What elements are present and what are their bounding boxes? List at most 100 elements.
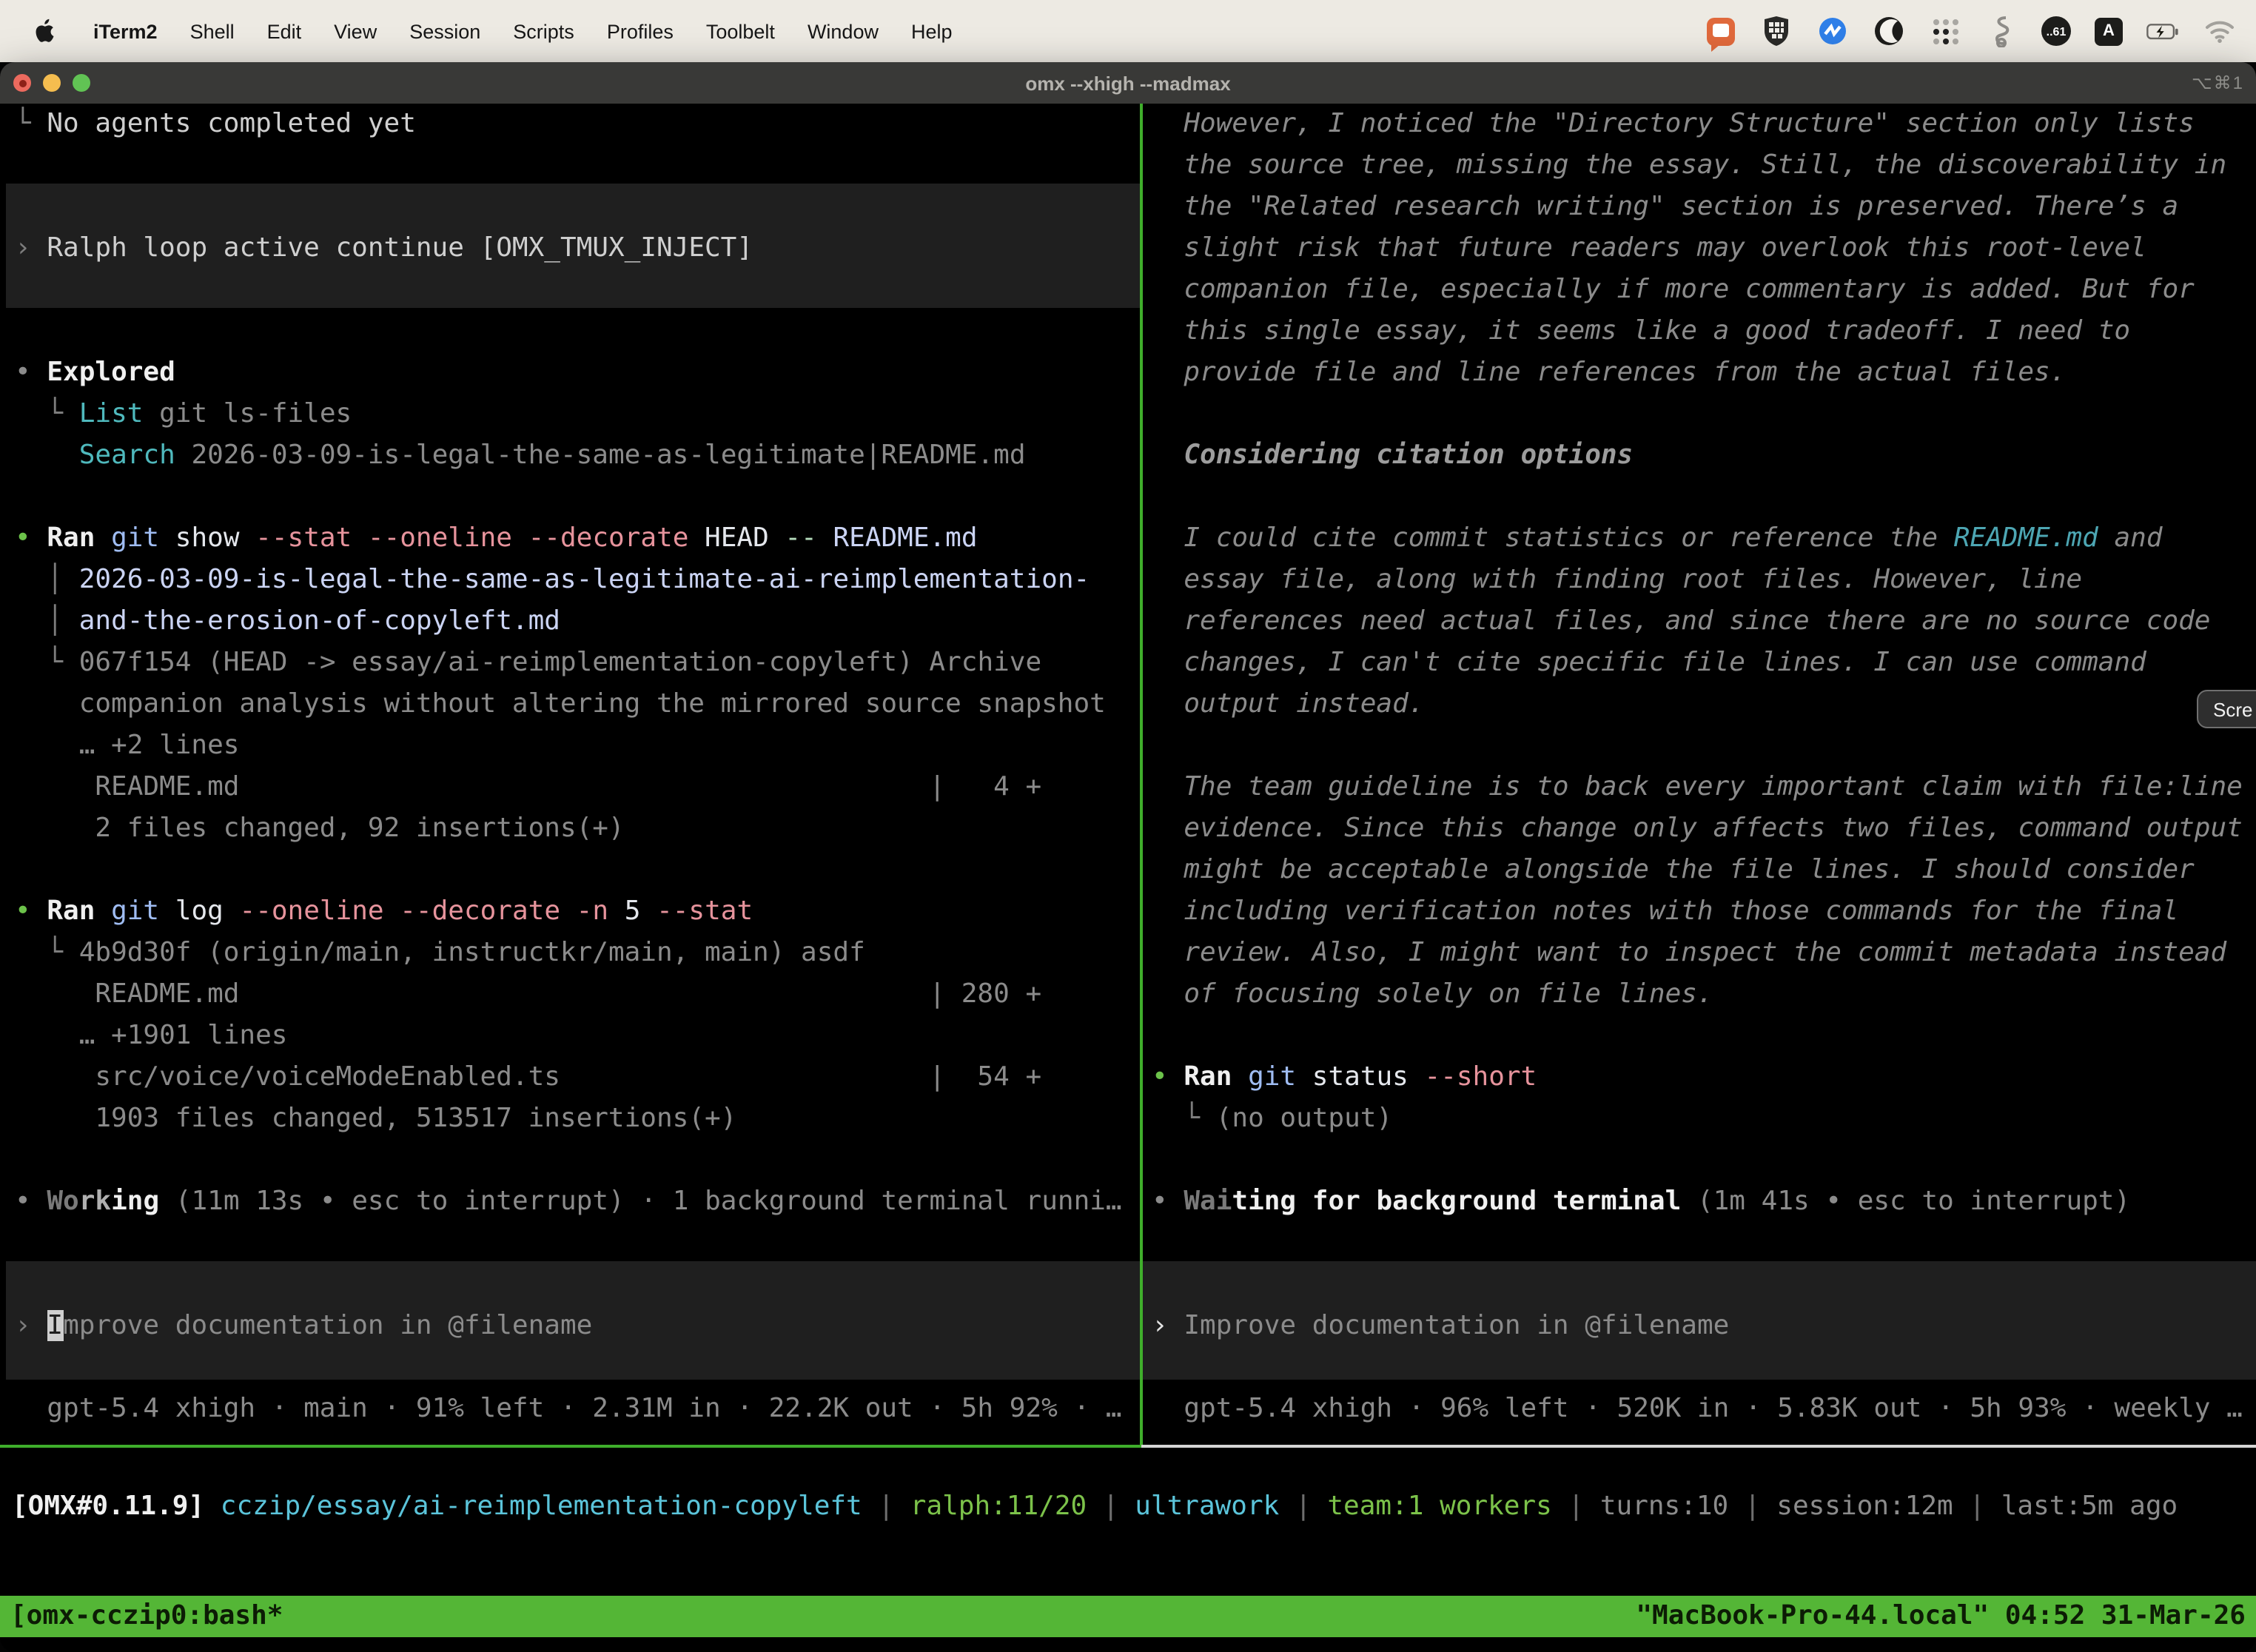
- terminal-text-segment: 5: [608, 896, 640, 927]
- blue-badge-icon[interactable]: [1816, 15, 1849, 47]
- terminal-line: the "Related research writing" section i…: [1152, 187, 2256, 228]
- shield-icon[interactable]: [1760, 15, 1793, 47]
- menu-item-toolbelt[interactable]: Toolbelt: [706, 20, 775, 42]
- dots-grid-icon[interactable]: [1929, 15, 1961, 47]
- terminal-text-segment: The team guideline is to back every impo…: [1152, 771, 2243, 802]
- terminal-text-segment: •: [15, 357, 47, 388]
- terminal-line: • Working (11m 13s • esc to interrupt) ·…: [15, 1181, 1140, 1223]
- terminal-line: [1152, 1264, 2256, 1306]
- tmux-pane-left[interactable]: └ No agents completed yet › Ralph loop a…: [0, 104, 1140, 1445]
- terminal-line: The team guideline is to back every impo…: [1152, 767, 2256, 808]
- terminal-text-segment: •: [1152, 1061, 1184, 1092]
- input-source-icon[interactable]: A: [2095, 17, 2123, 45]
- menu-item-profiles[interactable]: Profiles: [607, 20, 674, 42]
- window-title: omx --xhigh --madmax: [0, 72, 2256, 94]
- terminal-text-segment: the "Related research writing" section i…: [1152, 191, 2178, 222]
- battery-icon[interactable]: [2146, 15, 2179, 47]
- terminal-line: [1152, 477, 2256, 518]
- terminal-text-segment: rk: [79, 1186, 111, 1217]
- menu-item-scripts[interactable]: Scripts: [513, 20, 574, 42]
- terminal-text-segment: README.md | 4 +: [15, 771, 1041, 802]
- terminal-line: └ (no output): [1152, 1098, 2256, 1140]
- close-button[interactable]: [13, 74, 31, 92]
- terminal-line: [1152, 1140, 2256, 1181]
- terminal-text-segment: └: [15, 937, 79, 968]
- terminal-text-segment: and-the-erosion-of-copyleft.md: [79, 605, 560, 637]
- terminal-line: Considering citation options: [1152, 435, 2256, 477]
- tmux-pane-right[interactable]: However, I noticed the "Directory Struct…: [1143, 104, 2256, 1445]
- terminal-text-segment: Search: [79, 440, 175, 471]
- terminal-line: evidence. Since this change only affects…: [1152, 808, 2256, 850]
- menu-item-session[interactable]: Session: [409, 20, 480, 42]
- terminal-text-segment: slight risk that future readers may over…: [1152, 232, 2146, 263]
- terminal-text-segment: essay file, along with finding root file…: [1152, 564, 2082, 595]
- terminal-line: • Explored: [15, 352, 1140, 394]
- terminal-line: [15, 477, 1140, 518]
- crescent-icon[interactable]: [1873, 15, 1905, 47]
- terminal-text-segment: Wo: [47, 1186, 78, 1217]
- terminal-line: changes, I can't cite specific file line…: [1152, 642, 2256, 684]
- menu-item-help[interactable]: Help: [911, 20, 953, 42]
- terminal-text-segment: └: [15, 647, 79, 678]
- terminal-line: review. Also, I might want to inspect th…: [1152, 933, 2256, 974]
- terminal-text-segment: ralph:11/20: [910, 1491, 1087, 1522]
- terminal-text-segment: the source tree, missing the essay. Stil…: [1152, 150, 2226, 181]
- menu-item-window[interactable]: Window: [808, 20, 879, 42]
- terminal-text-segment: session:12m: [1776, 1491, 1953, 1522]
- zoom-button[interactable]: [73, 74, 90, 92]
- terminal-text-segment: log: [159, 896, 224, 927]
- terminal-text-segment: review. Also, I might want to inspect th…: [1152, 937, 2226, 968]
- menu-item-iterm2[interactable]: iTerm2: [93, 20, 158, 42]
- terminal-line: › Improve documentation in @filename: [15, 1306, 1140, 1347]
- terminal-text-segment: └: [15, 398, 79, 429]
- terminal-line: • Ran git show --stat --oneline --decora…: [15, 518, 1140, 560]
- terminal-line: • Waiting for background terminal (1m 41…: [1152, 1181, 2256, 1223]
- terminal-line: [1152, 1015, 2256, 1057]
- terminal-text-segment: Ran: [47, 523, 95, 554]
- terminal-text-segment: --short: [1409, 1061, 1537, 1092]
- terminal-line: slight risk that future readers may over…: [1152, 228, 2256, 269]
- terminal-text-segment: show: [159, 523, 239, 554]
- terminal-line: might be acceptable alongside the file l…: [1152, 850, 2256, 891]
- terminal-line: [15, 269, 1140, 311]
- terminal-text-segment: │: [15, 564, 79, 595]
- pane-divider-vertical[interactable]: [1140, 104, 1143, 1445]
- minimize-button[interactable]: [43, 74, 61, 92]
- terminal-text-segment: Improve documentation in @filename: [1184, 1310, 1729, 1341]
- menu-item-shell[interactable]: Shell: [190, 20, 235, 42]
- terminal-line: Search 2026-03-09-is-legal-the-same-as-l…: [15, 435, 1140, 477]
- terminal-text-segment: |: [862, 1491, 910, 1522]
- terminal-line: references need actual files, and since …: [1152, 601, 2256, 642]
- terminal-line: │ and-the-erosion-of-copyleft.md: [15, 601, 1140, 642]
- wifi-icon[interactable]: [2203, 15, 2235, 47]
- menu-item-edit[interactable]: Edit: [267, 20, 302, 42]
- terminal-line: companion file, especially if more comme…: [1152, 269, 2256, 311]
- percent-badge-icon[interactable]: ..61: [2041, 16, 2071, 46]
- terminal-text-segment: of focusing solely on file lines.: [1152, 978, 1713, 1010]
- terminal-text-segment: ›: [15, 1310, 47, 1341]
- window-shortcut-badge: ⌥⌘1: [2192, 73, 2256, 93]
- terminal-text-segment: •: [1152, 1186, 1184, 1217]
- terminal-text-segment: this single essay, it seems like a good …: [1152, 315, 2130, 346]
- terminal-text-segment: ultrawork: [1135, 1491, 1279, 1522]
- screen-edge-tooltip: Scre: [2197, 690, 2256, 728]
- terminal-text-segment: git: [95, 523, 159, 554]
- terminal-line: [15, 187, 1140, 228]
- terminal-text-segment: evidence. Since this change only affects…: [1152, 813, 2243, 844]
- terminal-text-segment: |: [1279, 1491, 1327, 1522]
- terminal-text-segment: changes, I can't cite specific file line…: [1152, 647, 2146, 678]
- menu-item-view[interactable]: View: [334, 20, 377, 42]
- window-title-bar[interactable]: omx --xhigh --madmax ⌥⌘1: [0, 62, 2256, 104]
- terminal-text-segment: No agents completed yet: [47, 108, 416, 139]
- iterm2-window: omx --xhigh --madmax ⌥⌘1 └ No agents com…: [0, 62, 2256, 1652]
- terminal-line: … +2 lines: [15, 725, 1140, 767]
- terminal-text-segment: 067f154 (HEAD -> essay/ai-reimplementati…: [79, 647, 1041, 678]
- squiggle-icon[interactable]: [1985, 15, 2018, 47]
- apple-menu-icon[interactable]: [33, 18, 55, 44]
- terminal-line: └ No agents completed yet: [15, 104, 1140, 145]
- terminal-text-segment: src/voice/voiceModeEnabled.ts | 54 +: [15, 1061, 1041, 1092]
- terminal-line: output instead.: [1152, 684, 2256, 725]
- terminal-line: companion analysis without altering the …: [15, 684, 1140, 725]
- terminal-line: [15, 1347, 1140, 1389]
- chat-icon[interactable]: [1704, 15, 1736, 47]
